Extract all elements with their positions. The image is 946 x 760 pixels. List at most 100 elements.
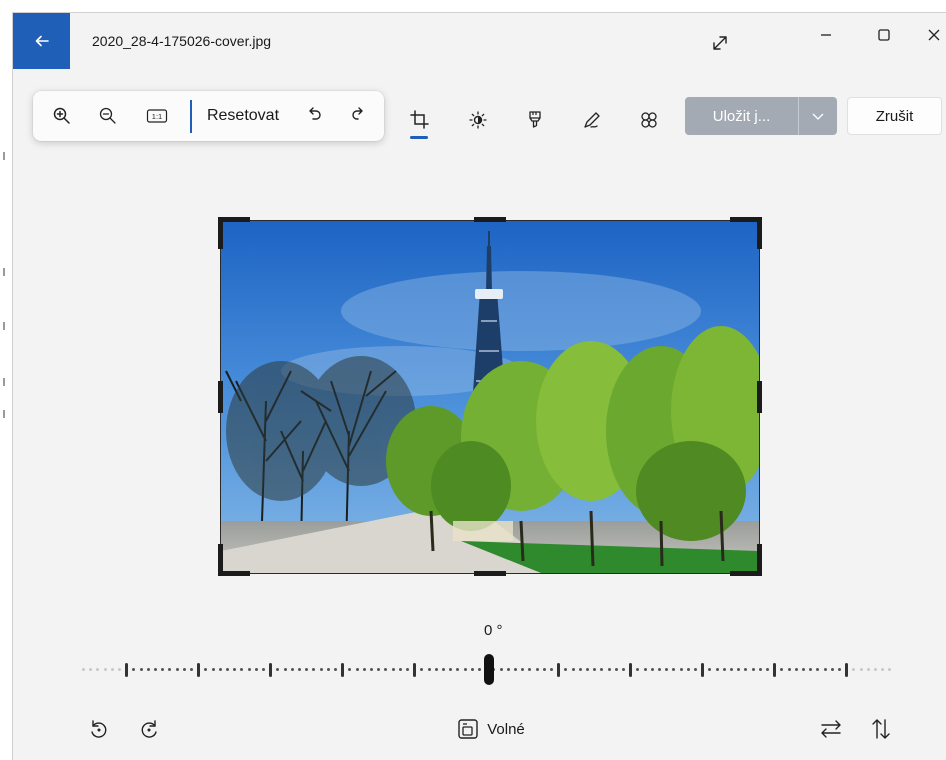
ruler-minor-tick xyxy=(615,668,618,671)
retouch-tool[interactable] xyxy=(632,103,666,137)
ruler-minor-tick xyxy=(795,668,798,671)
crop-tool[interactable] xyxy=(403,103,437,137)
ruler-minor-tick xyxy=(255,668,258,671)
ruler-minor-tick xyxy=(737,668,740,671)
flip-horizontal-button[interactable] xyxy=(815,713,847,745)
ruler-minor-tick xyxy=(608,668,611,671)
back-button[interactable] xyxy=(13,13,70,69)
ruler-minor-tick xyxy=(867,668,870,671)
crop-handle-top-left-v[interactable] xyxy=(218,217,223,249)
ruler-minor-tick xyxy=(716,668,719,671)
ruler-minor-tick xyxy=(312,668,315,671)
crop-handle-bottom-left-v[interactable] xyxy=(218,544,223,576)
ruler-minor-tick xyxy=(572,668,575,671)
ruler-minor-tick xyxy=(586,668,589,671)
ruler-minor-tick xyxy=(744,668,747,671)
pen-icon xyxy=(584,112,600,128)
minimize-icon xyxy=(821,34,831,36)
ruler-minor-tick xyxy=(363,668,366,671)
undo-button[interactable] xyxy=(297,91,331,141)
ruler-minor-tick xyxy=(838,668,841,671)
ruler-minor-tick xyxy=(464,668,467,671)
ruler-minor-tick xyxy=(140,668,143,671)
redo-icon xyxy=(352,107,363,120)
adjust-tool[interactable] xyxy=(461,103,495,137)
rotate-right-button[interactable] xyxy=(133,713,165,745)
crop-handle-top-right-v[interactable] xyxy=(757,217,762,249)
ruler-minor-tick xyxy=(442,668,445,671)
ruler-minor-tick xyxy=(233,668,236,671)
ruler-minor-tick xyxy=(219,668,222,671)
ruler-minor-tick xyxy=(788,668,791,671)
reset-label: Resetovat xyxy=(206,107,280,124)
ruler-minor-tick xyxy=(392,668,395,671)
ruler-minor-tick xyxy=(428,668,431,671)
ruler-minor-tick xyxy=(672,668,675,671)
zoom-history-toolbar: 1:1 Resetovat xyxy=(33,91,384,141)
ruler-major-tick xyxy=(269,663,272,677)
expand-button[interactable] xyxy=(706,29,734,57)
ruler-minor-tick xyxy=(500,668,503,671)
crop-handle-bottom[interactable] xyxy=(474,571,506,576)
markup-tool[interactable] xyxy=(575,103,609,137)
photo-image xyxy=(221,221,759,573)
minimize-button[interactable] xyxy=(811,21,841,49)
ruler-minor-tick xyxy=(665,668,668,671)
actual-size-button[interactable]: 1:1 xyxy=(139,91,175,141)
ruler-minor-tick xyxy=(161,668,164,671)
ruler-minor-tick xyxy=(449,668,452,671)
redo-button[interactable] xyxy=(341,91,375,141)
ruler-minor-tick xyxy=(816,668,819,671)
ruler-minor-tick xyxy=(528,668,531,671)
ruler-minor-tick xyxy=(752,668,755,671)
ruler-minor-tick xyxy=(420,668,423,671)
ruler-minor-tick xyxy=(881,668,884,671)
ruler-minor-tick xyxy=(694,668,697,671)
rotation-slider-thumb[interactable] xyxy=(484,654,494,685)
rotate-left-button[interactable] xyxy=(83,713,115,745)
close-icon xyxy=(928,29,940,41)
zoom-in-icon xyxy=(53,107,70,124)
ruler-minor-tick xyxy=(147,668,150,671)
ruler-minor-tick xyxy=(118,668,121,671)
ruler-minor-tick xyxy=(478,668,481,671)
save-options-button[interactable] xyxy=(799,97,837,135)
ruler-minor-tick xyxy=(399,668,402,671)
maximize-icon xyxy=(878,29,890,41)
reset-button[interactable]: Resetovat xyxy=(201,91,285,141)
zoom-out-button[interactable] xyxy=(91,91,125,141)
close-button[interactable] xyxy=(919,21,946,49)
ruler-minor-tick xyxy=(766,668,769,671)
ruler-minor-tick xyxy=(356,668,359,671)
photo-canvas[interactable] xyxy=(220,220,760,574)
ruler-minor-tick xyxy=(514,668,517,671)
ruler-minor-tick xyxy=(226,668,229,671)
ruler-minor-tick xyxy=(579,668,582,671)
save-as-button[interactable]: Uložit j... xyxy=(685,97,799,135)
expand-diagonal-icon xyxy=(713,36,727,50)
ruler-minor-tick xyxy=(276,668,279,671)
crop-handle-left[interactable] xyxy=(218,381,223,413)
ruler-minor-tick xyxy=(874,668,877,671)
ruler-minor-tick xyxy=(291,668,294,671)
ruler-minor-tick xyxy=(471,668,474,671)
crop-handle-right[interactable] xyxy=(757,381,762,413)
ruler-minor-tick xyxy=(809,668,812,671)
ruler-minor-tick xyxy=(377,668,380,671)
crop-handle-top[interactable] xyxy=(474,217,506,222)
ruler-minor-tick xyxy=(651,668,654,671)
flip-vertical-button[interactable] xyxy=(865,713,897,745)
maximize-button[interactable] xyxy=(869,21,899,49)
crop-handle-bottom-right-v[interactable] xyxy=(757,544,762,576)
ruler-minor-tick xyxy=(658,668,661,671)
cancel-button[interactable]: Zrušit xyxy=(847,97,942,135)
rotate-right-icon xyxy=(141,720,157,738)
aspect-ratio-button[interactable]: Volné xyxy=(451,713,531,745)
ruler-minor-tick xyxy=(111,668,114,671)
filter-tool[interactable] xyxy=(518,103,552,137)
ruler-minor-tick xyxy=(370,668,373,671)
ruler-minor-tick xyxy=(536,668,539,671)
ruler-minor-tick xyxy=(730,668,733,671)
ruler-minor-tick xyxy=(96,668,99,671)
zoom-in-button[interactable] xyxy=(45,91,79,141)
